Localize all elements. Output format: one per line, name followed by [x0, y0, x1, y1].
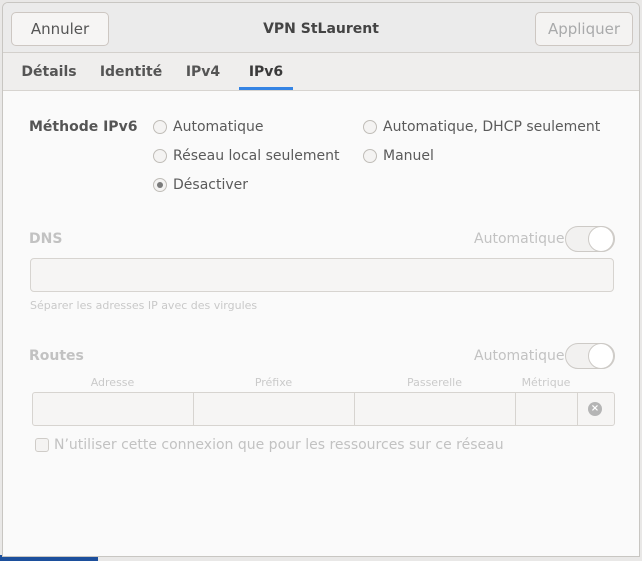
- tab-identity[interactable]: Identité: [99, 53, 163, 90]
- clear-icon[interactable]: ×: [588, 402, 602, 416]
- radio-local-network[interactable]: [153, 149, 167, 163]
- switch-knob: [588, 343, 614, 369]
- ipv6-method-label: Méthode IPv6: [29, 119, 138, 135]
- tab-bar: Détails Identité IPv4 IPv6: [3, 53, 639, 91]
- radio-automatic-label: Automatique: [173, 119, 264, 135]
- routes-automatic-label: Automatique: [474, 348, 565, 364]
- dns-hint: Séparer les adresses IP avec des virgule…: [30, 299, 258, 312]
- column-header-metric: Métrique: [521, 376, 571, 389]
- route-address-input[interactable]: [33, 393, 194, 425]
- header-bar: Annuler VPN StLaurent Appliquer: [3, 3, 639, 53]
- route-prefix-input[interactable]: [194, 393, 355, 425]
- switch-knob: [588, 226, 614, 252]
- radio-manual[interactable]: [363, 149, 377, 163]
- dns-automatic-switch[interactable]: [565, 226, 615, 252]
- tab-ipv4[interactable]: IPv4: [181, 53, 225, 90]
- route-row: ×: [32, 392, 615, 426]
- only-resources-checkbox[interactable]: [35, 438, 49, 452]
- column-header-prefix: Préfixe: [254, 376, 293, 389]
- route-metric-input[interactable]: [516, 393, 578, 425]
- apply-button[interactable]: Appliquer: [535, 12, 633, 46]
- dns-automatic-label: Automatique: [474, 231, 565, 247]
- vpn-settings-dialog: Annuler VPN StLaurent Appliquer Détails …: [2, 2, 640, 557]
- radio-local-network-label: Réseau local seulement: [173, 148, 340, 164]
- radio-disable[interactable]: [153, 178, 167, 192]
- tab-details[interactable]: Détails: [15, 53, 83, 90]
- column-header-gateway: Passerelle: [406, 376, 463, 389]
- dns-section-title: DNS: [29, 231, 63, 247]
- radio-automatic[interactable]: [153, 120, 167, 134]
- radio-automatic-dhcp-label: Automatique, DHCP seulement: [383, 119, 601, 135]
- routes-automatic-switch[interactable]: [565, 343, 615, 369]
- tab-ipv6[interactable]: IPv6: [239, 53, 293, 90]
- radio-disable-label: Désactiver: [173, 177, 248, 193]
- route-gateway-input[interactable]: [355, 393, 516, 425]
- only-resources-label: N’utiliser cette connexion que pour les …: [54, 437, 504, 453]
- radio-manual-label: Manuel: [383, 148, 434, 164]
- dns-input[interactable]: [30, 258, 614, 292]
- routes-section-title: Routes: [29, 348, 84, 364]
- column-header-address: Adresse: [90, 376, 135, 389]
- radio-automatic-dhcp[interactable]: [363, 120, 377, 134]
